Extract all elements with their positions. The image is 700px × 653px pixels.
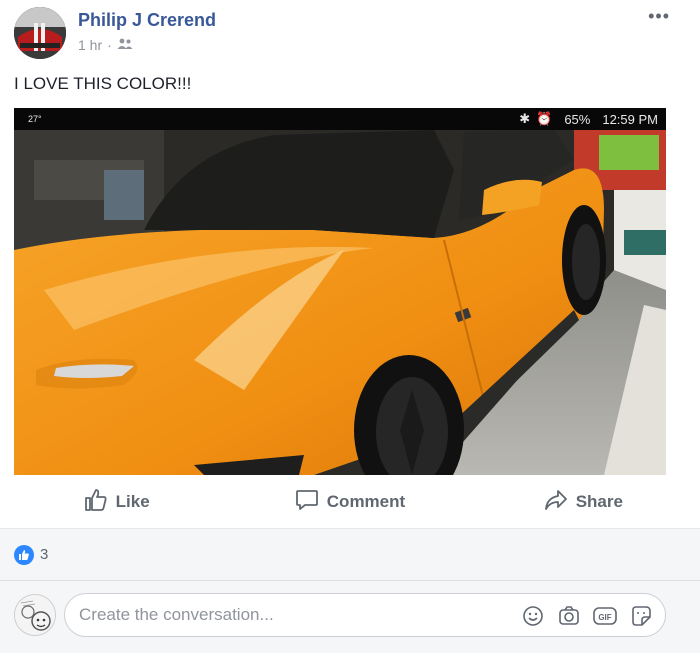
user-avatar	[14, 594, 56, 636]
author-avatar[interactable]	[14, 7, 66, 59]
post-meta: 1 hr ·	[78, 37, 133, 53]
post-photo[interactable]: 27° ✱ ⏰ 65% 12:59 PM	[14, 108, 666, 475]
thumbs-up-icon	[84, 488, 108, 517]
share-icon	[544, 488, 568, 517]
like-button[interactable]: Like	[0, 480, 233, 524]
like-reaction-icon[interactable]	[14, 545, 34, 565]
comment-input-box: GIF	[64, 593, 666, 637]
sticker-icon[interactable]	[629, 604, 653, 628]
author-name[interactable]: Philip J Crerend	[78, 10, 216, 31]
car-photo-image	[14, 130, 666, 475]
svg-text:GIF: GIF	[598, 613, 611, 622]
camera-icon[interactable]	[557, 604, 581, 628]
comment-composer: GIF	[0, 580, 700, 653]
post-card: Philip J Crerend 1 hr · ••• I LOVE THIS …	[0, 0, 700, 653]
gif-icon[interactable]: GIF	[593, 604, 617, 628]
post-text: I LOVE THIS COLOR!!!	[14, 74, 192, 93]
comment-button[interactable]: Comment	[233, 480, 466, 524]
phone-status-bar: 27° ✱ ⏰ 65% 12:59 PM	[14, 108, 666, 141]
comment-label: Comment	[326, 492, 406, 511]
like-count[interactable]: 3	[40, 546, 48, 563]
composer-icons: GIF	[521, 604, 653, 628]
comment-input[interactable]	[79, 594, 499, 636]
reactions-bar: 3	[0, 528, 700, 580]
emoji-icon[interactable]	[521, 604, 545, 628]
more-options-button[interactable]: •••	[648, 6, 670, 27]
bluetooth-icon: ✱	[519, 111, 531, 126]
friends-icon[interactable]	[117, 37, 133, 53]
post-actions: Like Comment Share	[0, 480, 700, 524]
share-button[interactable]: Share	[467, 480, 700, 524]
battery-percent: 65%	[564, 111, 591, 127]
post-time[interactable]: 1 hr	[78, 37, 102, 53]
like-label: Like	[115, 492, 150, 511]
meta-separator: ·	[107, 37, 112, 53]
comment-icon	[295, 488, 319, 517]
clock-time: 12:59 PM	[602, 111, 658, 127]
share-label: Share	[575, 492, 623, 511]
status-temperature: 27°	[28, 114, 42, 124]
alarm-icon: ⏰	[536, 111, 553, 126]
